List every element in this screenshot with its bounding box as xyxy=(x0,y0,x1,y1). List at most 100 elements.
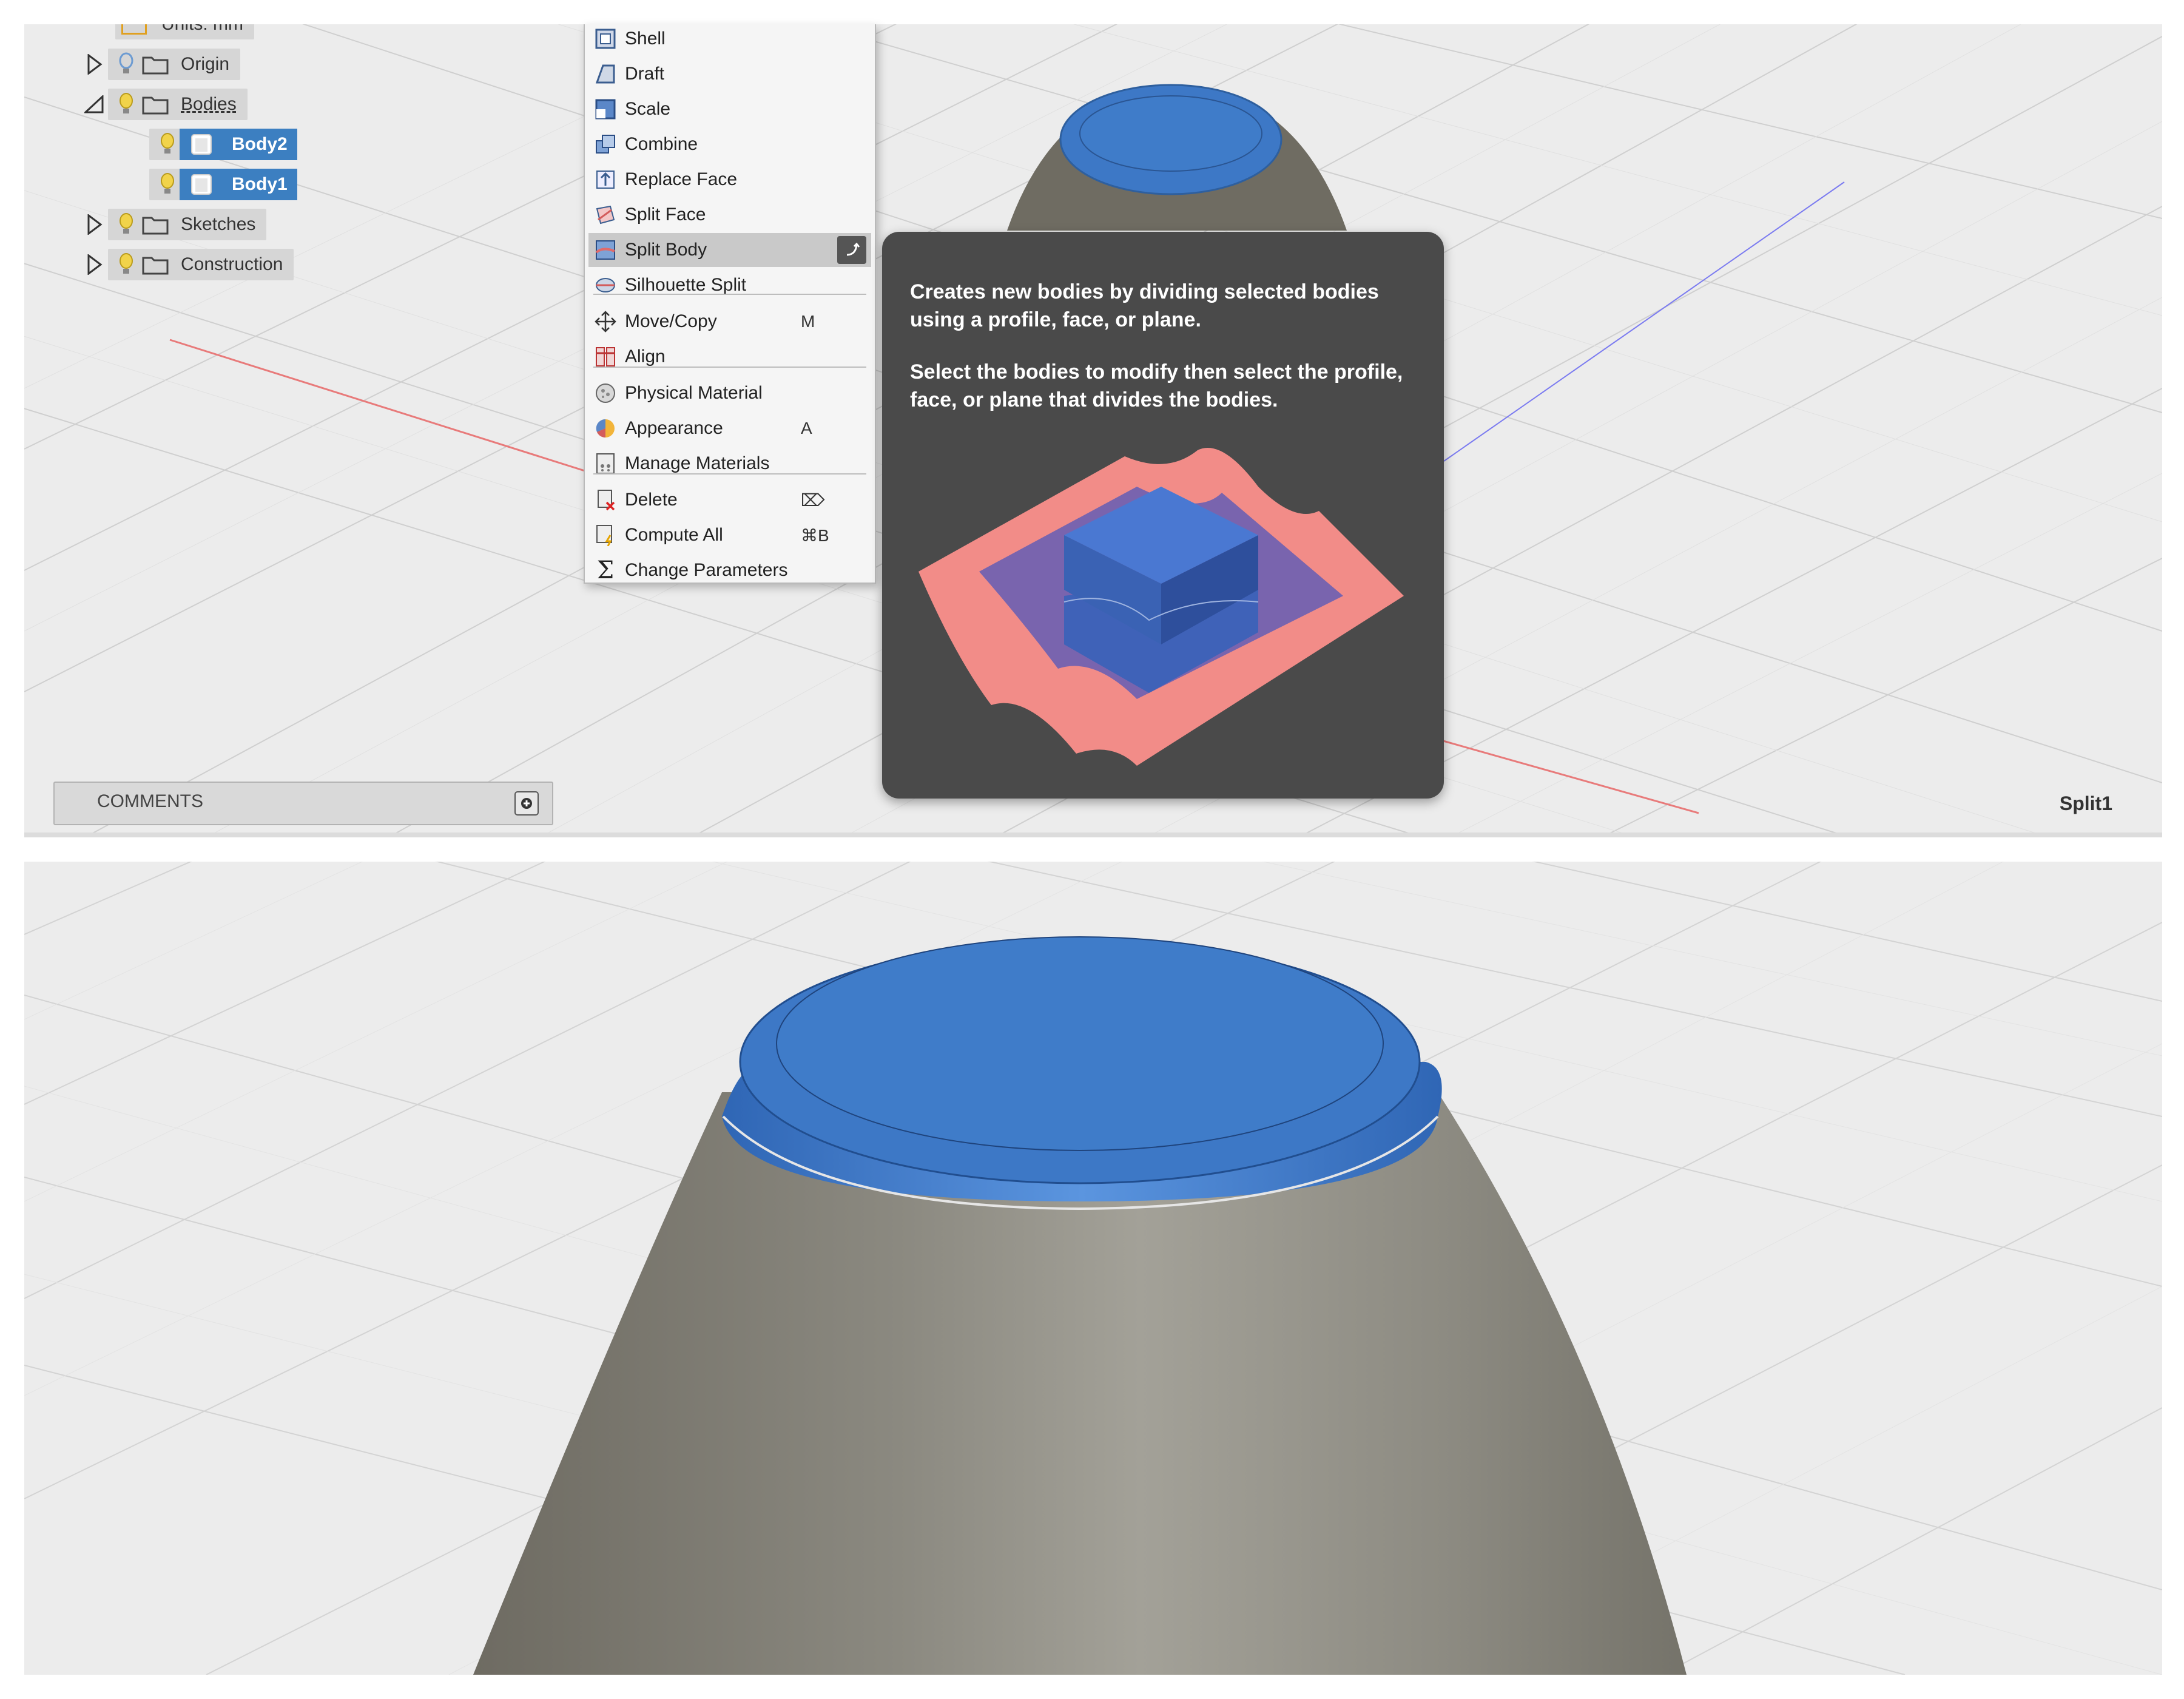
combine-icon xyxy=(591,130,620,159)
timeline-bar[interactable] xyxy=(24,833,2162,837)
menu-item-combine[interactable]: Combine xyxy=(588,127,871,161)
add-comment-button[interactable] xyxy=(514,791,539,816)
lightbulb-on-icon[interactable] xyxy=(155,129,180,160)
appearance-icon xyxy=(591,414,620,443)
menu-separator xyxy=(593,294,866,295)
menu-item-label: Appearance xyxy=(625,418,723,438)
sketches-chip[interactable]: Sketches xyxy=(108,209,267,240)
lightbulb-on-icon[interactable] xyxy=(114,89,138,120)
pin-curve-icon xyxy=(846,242,860,256)
menu-item-label: Move/Copy xyxy=(625,311,717,331)
body-icon xyxy=(184,129,218,160)
pin-to-toolbar-button[interactable] xyxy=(837,236,866,264)
menu-separator xyxy=(593,473,866,475)
construction-chip[interactable]: Construction xyxy=(108,249,294,280)
menu-item-manage-materials[interactable]: Manage Materials xyxy=(588,447,871,481)
bodies-chip[interactable]: Bodies xyxy=(108,89,248,120)
units-row: Units: mm xyxy=(115,24,254,41)
plus-circle-icon xyxy=(521,798,532,809)
shortcut-label: ⌦ xyxy=(801,490,825,510)
menu-item-silhouette-split[interactable]: Silhouette Split xyxy=(588,268,871,302)
menu-item-scale[interactable]: Scale xyxy=(588,92,871,126)
menu-item-draft[interactable]: Draft xyxy=(588,57,871,91)
physical-material-icon xyxy=(591,379,620,408)
viewport-grid-zoomed xyxy=(24,862,2162,1675)
menu-item-align[interactable]: Align xyxy=(588,340,871,374)
menu-item-compute-all[interactable]: Compute All ⌘B xyxy=(588,518,871,552)
silhouette-split-icon xyxy=(591,271,620,300)
viewport-bottom-panel xyxy=(24,862,2162,1675)
compute-all-icon xyxy=(591,521,620,550)
menu-item-label: Combine xyxy=(625,134,698,154)
shortcut-label: A xyxy=(801,419,812,437)
delete-icon xyxy=(591,485,620,515)
expand-triangle-icon[interactable] xyxy=(81,47,108,81)
menu-item-delete[interactable]: Delete ⌦ xyxy=(588,483,871,517)
folder-icon xyxy=(138,249,172,280)
replace-face-icon xyxy=(591,165,620,194)
shortcut-label: M xyxy=(801,312,815,331)
units-label: Units: mm xyxy=(161,24,243,35)
origin-label: Origin xyxy=(181,54,230,74)
menu-item-label: Shell xyxy=(625,29,666,49)
browser-node-body1[interactable]: Body1 xyxy=(149,167,297,201)
expand-triangle-icon[interactable] xyxy=(81,208,108,242)
body1-chip[interactable]: Body1 xyxy=(149,169,297,200)
menu-item-shell[interactable]: Shell xyxy=(588,22,871,56)
browser-node-bodies[interactable]: Bodies xyxy=(81,87,248,121)
menu-item-replace-face[interactable]: Replace Face xyxy=(588,163,871,197)
feature-name-label: Split1 xyxy=(2059,792,2112,814)
menu-item-label: Split Face xyxy=(625,204,706,225)
collapse-triangle-icon[interactable] xyxy=(81,87,108,121)
construction-label: Construction xyxy=(181,254,283,274)
body2-chip[interactable]: Body2 xyxy=(149,129,297,160)
menu-item-split-face[interactable]: Split Face xyxy=(588,198,871,232)
folder-icon xyxy=(138,89,172,120)
menu-item-label: Replace Face xyxy=(625,169,738,189)
sigma-icon: Σ xyxy=(596,556,615,584)
menu-item-label: Draft xyxy=(625,64,665,84)
menu-item-move-copy[interactable]: Move/Copy M xyxy=(588,305,871,339)
bodies-label: Bodies xyxy=(181,94,237,114)
menu-item-split-body[interactable]: Split Body xyxy=(588,233,871,267)
shortcut-label: ⌘B xyxy=(801,525,829,545)
browser-node-origin[interactable]: Origin xyxy=(81,47,241,81)
comments-panel[interactable]: COMMENTS xyxy=(53,782,553,825)
menu-item-label: Delete xyxy=(625,490,678,510)
origin-chip[interactable]: Origin xyxy=(108,49,241,80)
browser-node-construction[interactable]: Construction xyxy=(81,248,294,282)
lightbulb-off-icon[interactable] xyxy=(114,49,138,80)
menu-item-appearance[interactable]: Appearance A xyxy=(588,411,871,445)
menu-item-physical-material[interactable]: Physical Material xyxy=(588,376,871,410)
shell-icon xyxy=(591,24,620,53)
menu-item-change-parameters[interactable]: Σ Change Parameters xyxy=(588,553,871,587)
menu-separator xyxy=(593,366,866,368)
split-face-icon xyxy=(591,200,620,229)
scale-icon xyxy=(591,95,620,124)
folder-icon xyxy=(138,209,172,240)
sketches-label: Sketches xyxy=(181,214,256,234)
modify-dropdown-menu: Shell Draft Scale Combine Replace Face S… xyxy=(584,24,876,584)
menu-item-label: Split Body xyxy=(625,240,707,260)
menu-item-label: Scale xyxy=(625,99,671,119)
split-body-tooltip: Creates new bodies by dividing selected … xyxy=(882,232,1444,799)
comments-label: COMMENTS xyxy=(97,791,203,811)
browser-node-sketches[interactable]: Sketches xyxy=(81,208,267,242)
units-chip: Units: mm xyxy=(115,24,254,39)
split-body-icon xyxy=(591,235,620,265)
body2-label: Body2 xyxy=(232,134,288,154)
menu-item-label: Silhouette Split xyxy=(625,275,747,295)
lightbulb-on-icon[interactable] xyxy=(114,249,138,280)
lightbulb-on-icon[interactable] xyxy=(155,169,180,200)
split-body-illustration xyxy=(918,448,1404,766)
menu-item-label: Manage Materials xyxy=(625,453,770,473)
browser-node-body2[interactable]: Body2 xyxy=(149,127,297,161)
menu-item-label: Change Parameters xyxy=(625,560,788,580)
expand-triangle-icon[interactable] xyxy=(81,248,108,282)
body1-label: Body1 xyxy=(232,174,288,194)
draft-icon xyxy=(591,59,620,89)
menu-item-label: Physical Material xyxy=(625,383,763,403)
folder-icon xyxy=(138,49,172,80)
menu-item-label: Compute All xyxy=(625,525,723,545)
lightbulb-on-icon[interactable] xyxy=(114,209,138,240)
